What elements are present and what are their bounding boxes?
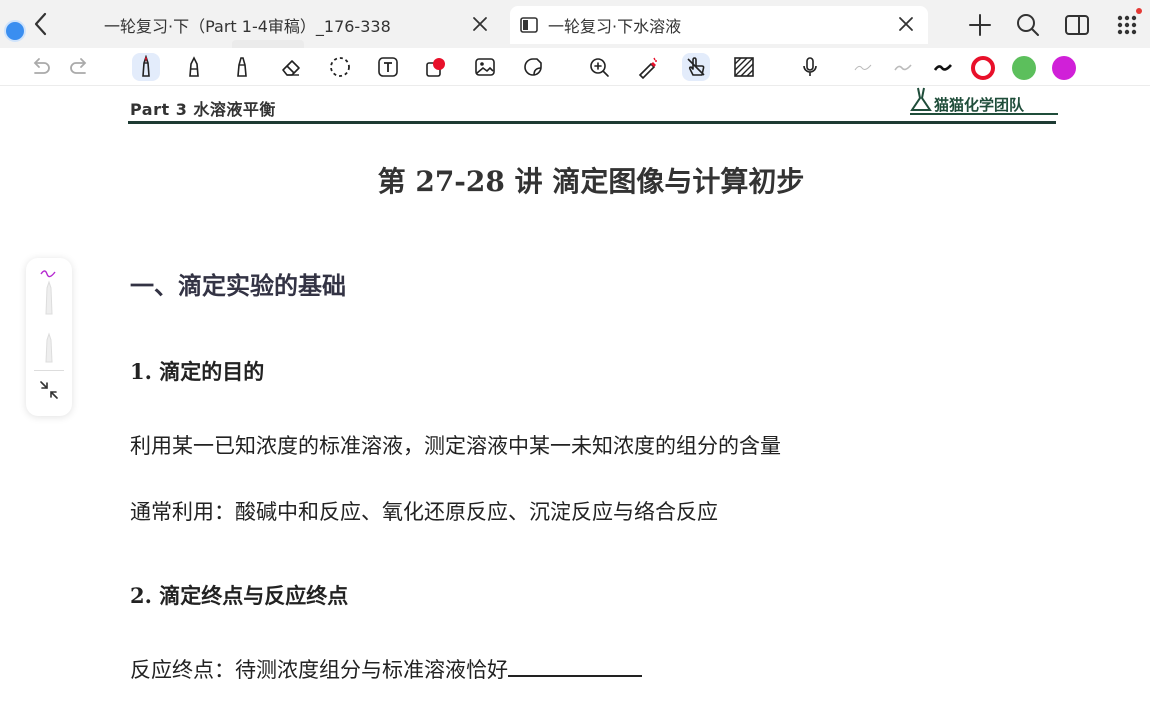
paragraph-with-blank: 反应终点：待测浓度组分与标准溶液恰好 xyxy=(130,654,642,684)
document-page[interactable]: Part 3 水溶液平衡 猫猫化学团队 第 27-28 讲 滴定图像与计算初步 … xyxy=(0,86,1150,720)
image-icon[interactable] xyxy=(471,53,499,81)
close-icon[interactable] xyxy=(470,14,490,34)
tab-label: 一轮复习·下水溶液 xyxy=(548,17,682,36)
page-title: 第 27-28 讲 滴定图像与计算初步 xyxy=(377,165,805,198)
panel-divider xyxy=(34,370,64,371)
laser-pointer-icon[interactable] xyxy=(634,53,662,81)
tab-aqueous-solution[interactable]: 一轮复习·下水溶液 xyxy=(510,6,928,44)
notification-dot xyxy=(1136,8,1142,14)
highlighter-icon[interactable] xyxy=(228,53,256,81)
sticker-icon[interactable] xyxy=(519,53,547,81)
touch-hand-icon[interactable] xyxy=(682,53,710,81)
microphone-icon[interactable] xyxy=(796,53,824,81)
pen-icon[interactable] xyxy=(132,53,160,81)
document-icon xyxy=(520,17,538,33)
fill-in-blank xyxy=(508,655,642,677)
page-header-left: Part 3 水溶液平衡 xyxy=(130,100,276,119)
section-heading: 一、滴定实验的基础 xyxy=(130,271,346,300)
tab-label: 一轮复习·下（Part 1-4审稿）_176-338 xyxy=(104,17,391,36)
collapse-icon[interactable] xyxy=(37,378,61,402)
chevron-left-icon[interactable] xyxy=(28,10,54,38)
sidebar-layout-icon[interactable] xyxy=(1064,12,1090,38)
color-swatch-green[interactable] xyxy=(1012,56,1036,80)
color-swatch-red[interactable] xyxy=(971,56,995,80)
stroke-medium-icon[interactable] xyxy=(889,53,917,81)
stroke-thin-icon[interactable] xyxy=(849,53,877,81)
team-name: 猫猫化学团队 xyxy=(934,96,1025,114)
paragraph-text: 反应终点：待测浓度组分与标准溶液恰好 xyxy=(130,658,508,682)
floating-assistant-button[interactable] xyxy=(4,20,26,42)
grid-apps-icon[interactable] xyxy=(1114,12,1140,38)
eraser-icon[interactable] xyxy=(277,53,305,81)
pen-preset-panel xyxy=(26,258,72,416)
search-icon[interactable] xyxy=(1015,12,1041,38)
redo-icon[interactable] xyxy=(66,53,94,81)
pen-preset-gray-icon[interactable] xyxy=(35,332,63,364)
undo-icon[interactable] xyxy=(26,53,54,81)
zoom-in-icon[interactable] xyxy=(585,53,613,81)
fountain-pen-icon[interactable] xyxy=(180,53,208,81)
tab-review-draft[interactable]: 一轮复习·下（Part 1-4审稿）_176-338 xyxy=(92,6,502,44)
subsection-heading: 2. 滴定终点与反应终点 xyxy=(130,583,349,608)
tab-bar: 一轮复习·下（Part 1-4审稿）_176-338 一轮复习·下水溶液 xyxy=(0,0,1150,58)
plus-icon[interactable] xyxy=(967,12,993,38)
pattern-fill-icon[interactable] xyxy=(730,53,758,81)
lasso-icon[interactable] xyxy=(326,53,354,81)
annotation-toolbar xyxy=(0,48,1150,86)
text-box-icon[interactable] xyxy=(374,53,402,81)
stroke-thick-icon[interactable] xyxy=(929,53,957,81)
pen-preset-purple-icon[interactable] xyxy=(35,268,63,316)
shapes-icon[interactable] xyxy=(422,53,450,81)
subsection-heading: 1. 滴定的目的 xyxy=(130,359,265,384)
header-divider xyxy=(128,121,1056,124)
paragraph: 利用某一已知浓度的标准溶液，测定溶液中某一未知浓度的组分的含量 xyxy=(130,434,781,458)
close-icon[interactable] xyxy=(896,14,916,34)
color-swatch-magenta[interactable] xyxy=(1052,56,1076,80)
paragraph: 通常利用：酸碱中和反应、氧化还原反应、沉淀反应与络合反应 xyxy=(130,500,718,524)
